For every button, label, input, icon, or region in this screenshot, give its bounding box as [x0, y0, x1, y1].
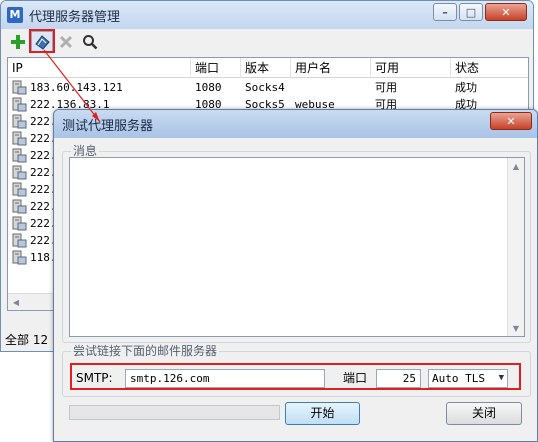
smtp-label: SMTP: — [76, 371, 113, 385]
cell-version: Socks4 — [245, 81, 285, 94]
smtp-group-label: 尝试链接下面的邮件服务器 — [71, 343, 220, 359]
search-icon — [83, 35, 98, 50]
column-header-username[interactable]: 用户名 — [291, 58, 371, 78]
server-icon — [12, 199, 27, 214]
tls-mode-select[interactable]: Auto TLS ▼ — [428, 369, 508, 388]
app-icon: M — [7, 7, 23, 23]
server-icon — [12, 148, 27, 163]
toolbar-highlight-box — [29, 29, 55, 53]
close-dialog-button[interactable]: 关闭 — [446, 402, 522, 425]
server-icon — [12, 250, 27, 265]
status-count: 全部 12 — [5, 333, 49, 347]
delete-icon — [59, 35, 73, 49]
tls-mode-value: Auto TLS — [432, 372, 485, 385]
column-header-available[interactable]: 可用 — [371, 58, 451, 78]
table-row[interactable]: 183.60.143.121 1080 Socks4 可用 成功 — [8, 79, 528, 96]
cell-ip: 183.60.143.121 — [30, 81, 123, 94]
close-icon: ✕ — [506, 114, 516, 128]
server-icon — [12, 131, 27, 146]
progress-bar — [69, 405, 280, 420]
column-header-port[interactable]: 端口 — [191, 58, 241, 78]
minimize-button[interactable]: – — [433, 3, 457, 21]
column-header-status[interactable]: 状态 — [451, 58, 530, 78]
scroll-up-icon[interactable]: ▲ — [508, 158, 524, 174]
dialog-title: 测试代理服务器 — [62, 118, 154, 134]
column-header-ip[interactable]: IP — [8, 58, 191, 78]
add-icon — [11, 35, 25, 49]
message-textarea[interactable]: ▲ ▼ — [69, 157, 525, 337]
search-button[interactable] — [79, 31, 101, 53]
maximize-button[interactable]: □ — [459, 3, 483, 21]
message-scrollbar[interactable]: ▲ ▼ — [507, 158, 524, 336]
server-icon — [12, 114, 27, 129]
test-proxy-dialog: 测试代理服务器 ✕ 消息 ▲ ▼ 尝试链接下面的邮件服务器 SMTP: smtp… — [53, 109, 538, 442]
main-window-title: 代理服务器管理 — [29, 9, 121, 25]
dialog-close-x-button[interactable]: ✕ — [490, 112, 532, 130]
port-label: 端口 — [343, 371, 368, 385]
proxy-list-header: IP 端口 版本 用户名 可用 状态 — [8, 58, 528, 78]
main-toolbar — [1, 29, 533, 55]
smtp-port-input[interactable]: 25 — [376, 369, 421, 388]
cell-available: 可用 — [375, 81, 397, 94]
scroll-down-icon[interactable]: ▼ — [508, 320, 524, 336]
server-icon — [12, 97, 27, 112]
add-proxy-button[interactable] — [7, 31, 29, 53]
delete-proxy-button[interactable] — [55, 31, 77, 53]
smtp-server-input[interactable]: smtp.126.com — [125, 369, 325, 388]
server-icon — [12, 182, 27, 197]
close-window-button[interactable]: ✕ — [485, 3, 527, 21]
column-header-version[interactable]: 版本 — [241, 58, 291, 78]
server-icon — [12, 216, 27, 231]
scroll-left-icon[interactable]: ◀ — [8, 294, 24, 310]
dialog-titlebar[interactable]: 测试代理服务器 ✕ — [54, 110, 537, 138]
server-icon — [12, 80, 27, 95]
minimize-icon: – — [442, 5, 448, 19]
start-button[interactable]: 开始 — [285, 402, 360, 425]
main-titlebar[interactable]: M 代理服务器管理 – □ ✕ — [1, 1, 533, 29]
chevron-down-icon: ▼ — [498, 373, 504, 383]
maximize-icon: □ — [465, 5, 477, 19]
server-icon — [12, 233, 27, 248]
server-icon — [12, 165, 27, 180]
close-icon: ✕ — [501, 5, 511, 19]
cell-status: 成功 — [455, 81, 477, 94]
cell-port: 1080 — [195, 81, 222, 94]
